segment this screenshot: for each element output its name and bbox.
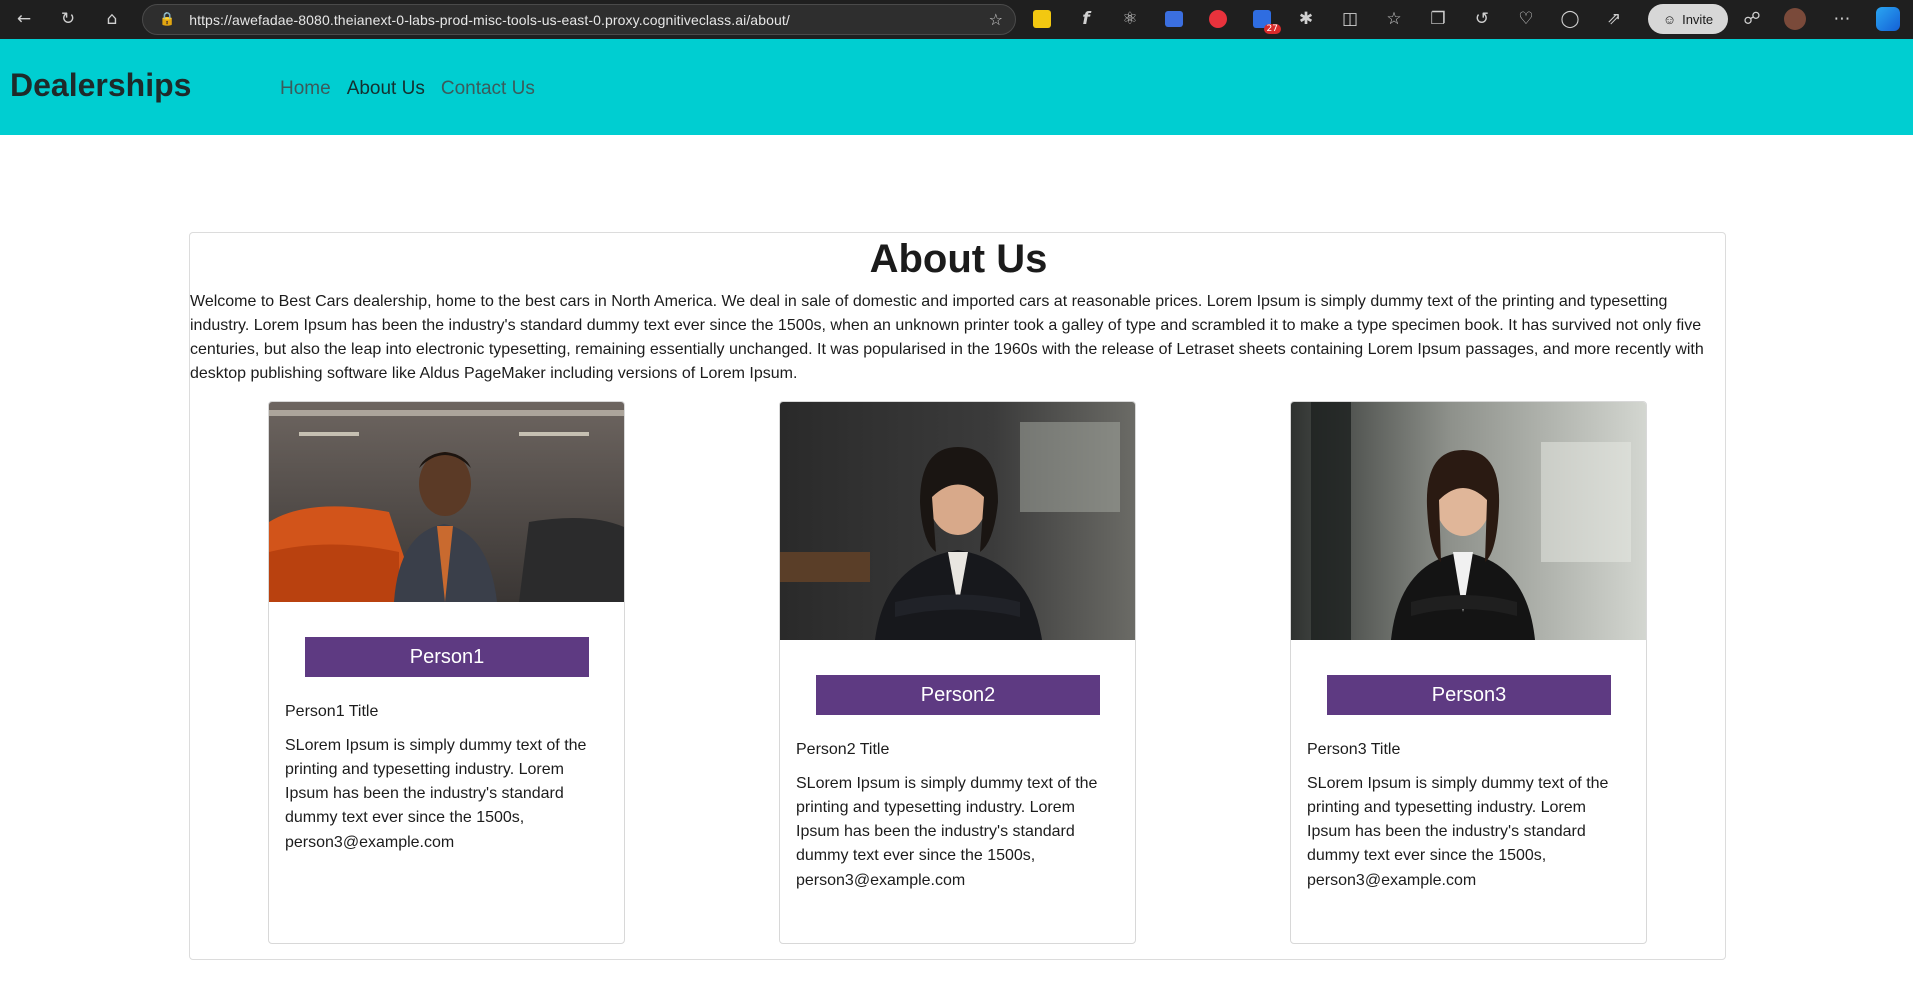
person3-name: Person3 [1327, 675, 1611, 715]
home-icon[interactable]: ⌂ [94, 4, 130, 34]
calendar-badge: 27 [1263, 24, 1281, 34]
person3-description: SLorem Ipsum is simply dummy text of the… [1307, 775, 1609, 864]
chat-icon[interactable]: ◯ [1548, 4, 1592, 34]
browser-nav-buttons: ← ↻ ⌂ [6, 4, 130, 34]
about-paragraph: Welcome to Best Cars dealership, home to… [190, 293, 1704, 382]
red-extension-icon[interactable] [1196, 4, 1240, 34]
url-text[interactable]: https://awefadae-8080.theianext-0-labs-p… [189, 12, 790, 28]
people-icon: ☺ [1662, 11, 1677, 27]
nav-contact-link[interactable]: Contact Us [441, 78, 535, 100]
collections-icon[interactable]: ❐ [1416, 4, 1460, 34]
invite-button[interactable]: ☺ Invite [1648, 4, 1728, 34]
about-card: About Us Welcome to Best Cars dealership… [189, 232, 1726, 960]
invite-label: Invite [1682, 11, 1714, 27]
profile-avatar[interactable] [1784, 8, 1806, 30]
person3-photo [1291, 402, 1646, 640]
extensions-bar: f ⚛ 27 ✱ ◫ ☆ ❐ ↺ ♡ ◯ ⇗ [1020, 4, 1636, 34]
back-icon[interactable]: ← [6, 4, 42, 34]
site-navbar: Dealerships Home About Us Contact Us [0, 39, 1913, 135]
person2-photo [780, 402, 1135, 640]
address-bar[interactable]: 🔒 https://awefadae-8080.theianext-0-labs… [142, 4, 1016, 35]
copilot-icon[interactable] [1876, 7, 1900, 31]
react-extension-icon[interactable]: ⚛ [1108, 4, 1152, 34]
person3-title: Person3 Title [1307, 741, 1401, 758]
person2-title: Person2 Title [796, 741, 890, 758]
person1-title: Person1 Title [285, 703, 379, 720]
favorites-icon[interactable]: ☆ [1372, 4, 1416, 34]
performance-icon[interactable]: ♡ [1504, 4, 1548, 34]
script-extension-icon[interactable]: f [1064, 4, 1108, 34]
split-screen-icon[interactable]: ◫ [1328, 4, 1372, 34]
person2-email[interactable]: person3@example.com [796, 872, 965, 890]
more-menu-icon[interactable]: ⋯ [1824, 4, 1860, 34]
calendar-extension-icon[interactable]: 27 [1240, 4, 1284, 34]
lock-icon: 🔒 [159, 12, 176, 27]
person1-name: Person1 [305, 637, 589, 677]
person1-description: SLorem Ipsum is simply dummy text of the… [285, 737, 587, 826]
yellow-extension-icon[interactable] [1020, 4, 1064, 34]
person-card-1: Person1 Person1 Title SLorem Ipsum is si… [268, 401, 625, 944]
history-icon[interactable]: ↺ [1460, 4, 1504, 34]
browser-toolbar: ← ↻ ⌂ 🔒 https://awefadae-8080.theianext-… [0, 0, 1913, 39]
favorite-star-icon[interactable]: ☆ [989, 10, 1003, 29]
site-brand[interactable]: Dealerships [10, 67, 191, 104]
share-icon[interactable]: ⇗ [1592, 4, 1636, 34]
page-title: About Us [869, 237, 1048, 281]
person2-description: SLorem Ipsum is simply dummy text of the… [796, 775, 1098, 864]
puzzle-extensions-icon[interactable]: ✱ [1284, 4, 1328, 34]
nav-about-link[interactable]: About Us [347, 78, 425, 100]
refresh-icon[interactable]: ↻ [50, 4, 86, 34]
blue-extension-icon[interactable] [1152, 4, 1196, 34]
workspaces-icon[interactable]: ☍ [1734, 4, 1770, 34]
person2-name: Person2 [816, 675, 1100, 715]
nav-links: Home About Us Contact Us [280, 78, 535, 100]
person1-email[interactable]: person3@example.com [285, 834, 454, 852]
person3-email[interactable]: person3@example.com [1307, 872, 1476, 890]
person1-photo [269, 402, 624, 602]
person-card-3: Person3 Person3 Title SLorem Ipsum is si… [1290, 401, 1647, 944]
person-card-2: Person2 Person2 Title SLorem Ipsum is si… [779, 401, 1136, 944]
nav-home-link[interactable]: Home [280, 78, 331, 100]
